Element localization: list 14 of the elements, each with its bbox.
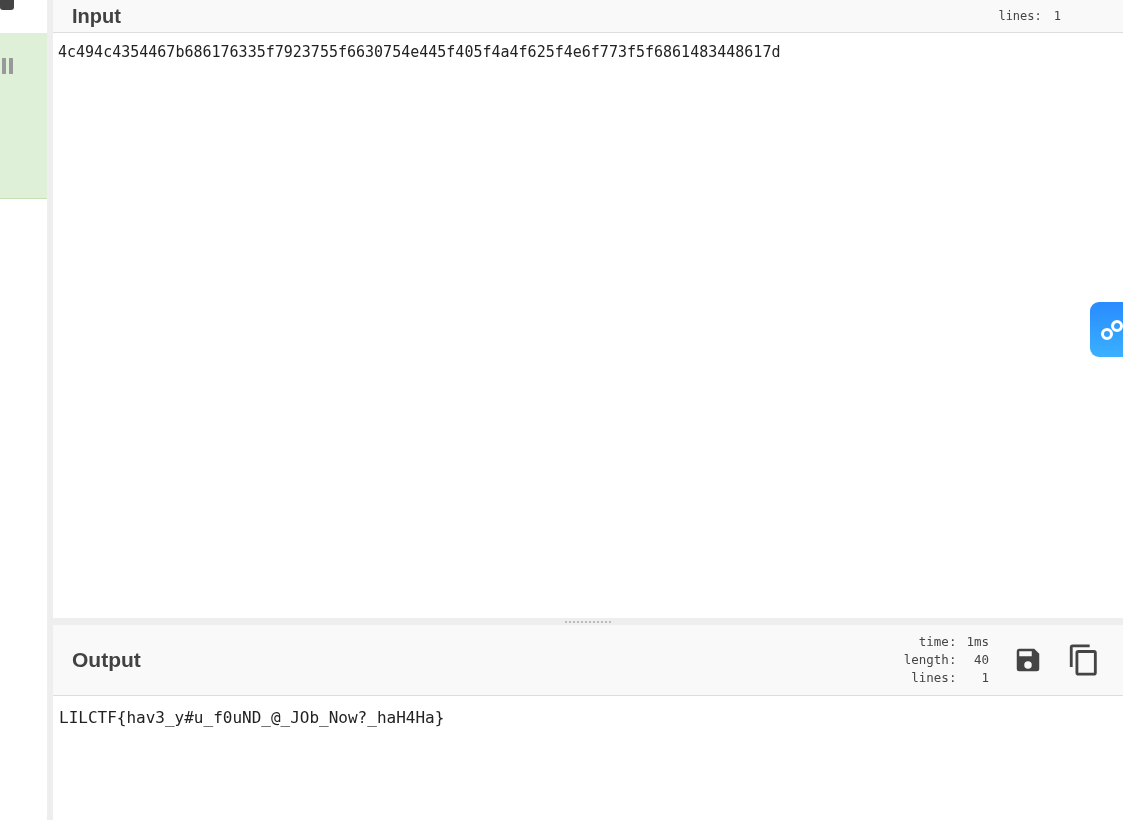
output-title: Output: [72, 647, 141, 674]
stat-value: 1: [1053, 9, 1061, 23]
toolbar-icon[interactable]: [0, 0, 14, 10]
resize-handle[interactable]: [565, 620, 611, 623]
stat-label: time:: [917, 633, 957, 651]
stat-label: length:: [903, 651, 957, 669]
stat-label: lines:: [910, 669, 957, 687]
stat-label: lines:: [998, 9, 1042, 23]
pause-icon[interactable]: [2, 58, 13, 74]
input-title: Input: [72, 6, 121, 26]
stat-value: 1ms: [966, 633, 989, 651]
stat-value: 40: [972, 651, 989, 669]
stat-value: 1: [980, 669, 989, 687]
link-icon: [1100, 317, 1123, 342]
